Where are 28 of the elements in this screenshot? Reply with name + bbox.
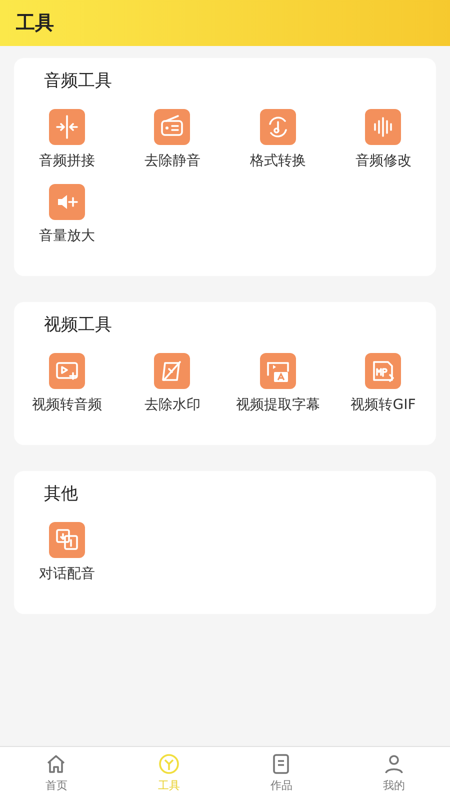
page-title: 工具 — [16, 10, 54, 36]
nav-tab[interactable]: 首页 — [0, 747, 112, 800]
nav-tab[interactable]: 作品 — [225, 747, 338, 800]
tool-button[interactable]: 格式转换 — [225, 106, 330, 175]
tool-button[interactable]: 音量放大 — [14, 181, 120, 250]
tool-button[interactable]: 视频转音频 — [14, 350, 120, 419]
section-title: 视频工具 — [43, 314, 113, 336]
tool-icon — [48, 522, 85, 558]
tool-button[interactable]: 音频修改 — [330, 106, 436, 175]
nav-tab[interactable]: 我的 — [338, 747, 450, 800]
tool-icon — [260, 353, 296, 389]
tool-button[interactable]: 视频提取字幕 — [225, 350, 330, 419]
tool-icon — [154, 353, 190, 389]
tool-icon — [48, 184, 85, 220]
nav-icon — [156, 752, 181, 776]
tool-button[interactable]: 对话配音 — [14, 519, 120, 588]
section-title: 其他 — [43, 483, 79, 505]
tool-icon — [365, 109, 402, 145]
tool-icon — [48, 109, 85, 145]
tool-icon — [154, 109, 190, 145]
section-title: 音频工具 — [43, 70, 113, 92]
tool-icon — [260, 109, 296, 145]
tool-icon — [365, 353, 402, 389]
tool-button[interactable]: 视频转GIF — [330, 350, 436, 419]
tool-button[interactable]: 音频拼接 — [14, 106, 120, 175]
tool-button[interactable]: 去除静音 — [120, 106, 225, 175]
tool-icon — [48, 353, 85, 389]
tool-button[interactable]: 去除水印 — [120, 350, 225, 419]
